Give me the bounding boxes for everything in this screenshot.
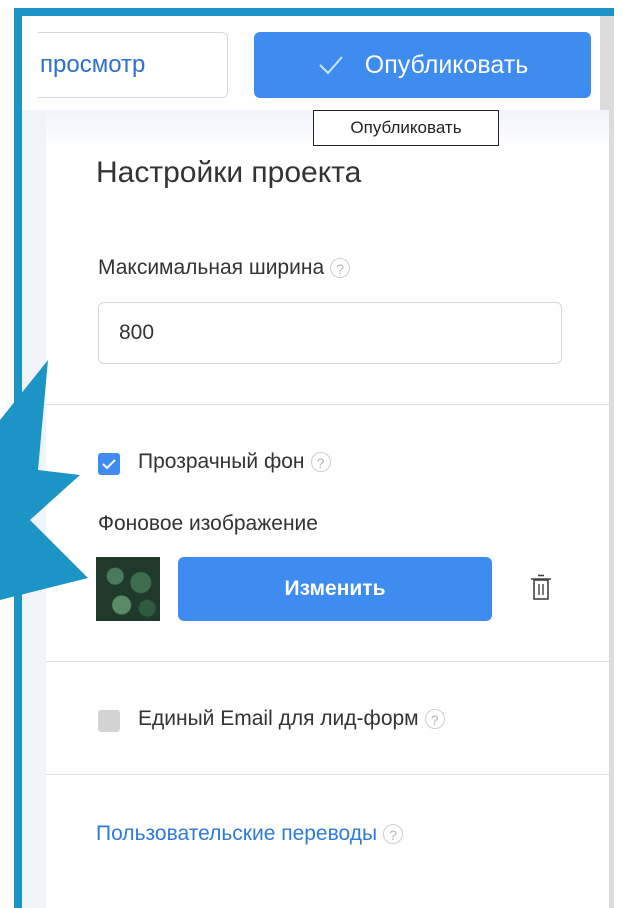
project-settings-panel: Настройки проекта Максимальная ширина? 8…	[46, 110, 609, 908]
toolbar: просмотр Опубликовать	[22, 16, 600, 110]
help-icon[interactable]: ?	[310, 452, 331, 473]
check-icon	[319, 56, 343, 75]
bg-image-label: Фоновое изображение	[98, 512, 318, 535]
publish-button[interactable]: Опубликовать	[254, 32, 591, 98]
trash-icon[interactable]	[530, 574, 552, 602]
change-image-button[interactable]: Изменить	[178, 557, 492, 621]
help-icon[interactable]: ?	[330, 258, 351, 279]
divider	[46, 661, 609, 662]
single-email-checkbox[interactable]	[98, 710, 120, 732]
help-icon[interactable]: ?	[383, 824, 404, 845]
single-email-label-text: Единый Email для лид-форм	[138, 707, 419, 730]
pointer-arrow-icon	[0, 360, 88, 600]
custom-translations-link[interactable]: Пользовательские переводы?	[96, 822, 404, 846]
custom-translations-link-text: Пользовательские переводы	[96, 822, 378, 845]
max-width-input[interactable]: 800	[98, 302, 562, 364]
publish-tooltip: Опубликовать	[313, 110, 499, 146]
preview-button[interactable]: просмотр	[38, 32, 228, 98]
help-icon[interactable]: ?	[424, 709, 445, 730]
divider	[46, 774, 609, 775]
max-width-label-text: Максимальная ширина	[98, 256, 325, 279]
single-email-label: Единый Email для лид-форм?	[138, 707, 445, 731]
publish-label: Опубликовать	[364, 50, 529, 79]
transparent-bg-label: Прозрачный фон?	[138, 450, 331, 474]
divider	[46, 404, 609, 405]
max-width-label: Максимальная ширина?	[98, 256, 351, 280]
page-title: Настройки проекта	[96, 156, 362, 189]
transparent-bg-label-text: Прозрачный фон	[138, 450, 305, 473]
